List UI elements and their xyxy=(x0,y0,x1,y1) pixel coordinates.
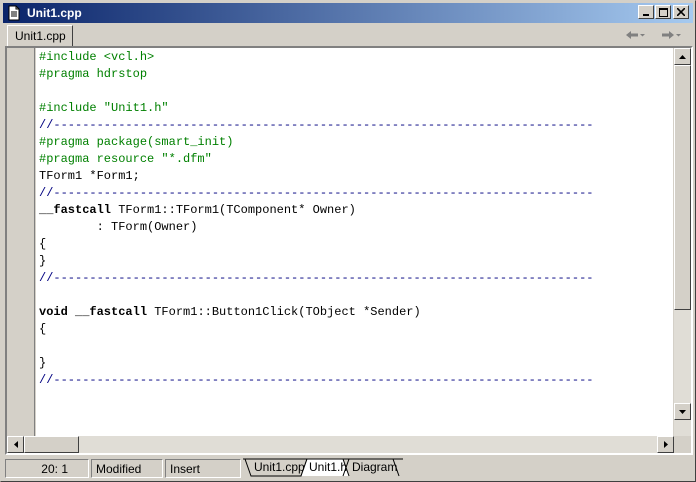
maximize-icon xyxy=(658,7,668,17)
code-line[interactable]: //--------------------------------------… xyxy=(39,372,594,389)
code-line[interactable]: } xyxy=(39,355,46,372)
keyword: void __fastcall xyxy=(39,305,148,319)
scroll-left-button[interactable] xyxy=(7,436,24,453)
arrow-right-icon xyxy=(663,441,668,448)
code-line[interactable]: #pragma package(smart_init) xyxy=(39,134,233,151)
code-line[interactable]: //--------------------------------------… xyxy=(39,185,594,202)
navigation-arrows xyxy=(617,26,689,44)
chevron-down-icon xyxy=(639,34,645,37)
code-line[interactable]: #include "Unit1.h" xyxy=(39,100,169,117)
editor-gutter[interactable] xyxy=(7,48,35,437)
forward-button[interactable] xyxy=(661,30,682,40)
code-line[interactable]: void __fastcall TForm1::Button1Click(TOb… xyxy=(39,304,421,321)
code-line[interactable]: //--------------------------------------… xyxy=(39,270,594,287)
code-line[interactable]: } xyxy=(39,253,46,270)
minimize-button[interactable] xyxy=(638,5,654,19)
scroll-up-button[interactable] xyxy=(674,48,691,65)
insert-mode-indicator: Insert xyxy=(165,459,241,478)
keyword: __fastcall xyxy=(39,203,112,217)
window-title: Unit1.cpp xyxy=(27,6,82,20)
scroll-down-button[interactable] xyxy=(674,403,691,420)
tab-unit1-cpp[interactable]: Unit1.cpp xyxy=(7,25,73,46)
chevron-down-icon xyxy=(675,34,681,37)
code-line[interactable]: { xyxy=(39,321,46,338)
back-button[interactable] xyxy=(625,30,646,40)
document-icon xyxy=(7,5,21,21)
code-line[interactable]: //--------------------------------------… xyxy=(39,117,594,134)
horizontal-scrollbar[interactable] xyxy=(7,436,674,453)
status-bar: 20: 1 Modified Insert Unit1.cpp Unit1.h … xyxy=(3,457,693,479)
code-line[interactable]: TForm1 *Form1; xyxy=(39,168,140,185)
scrollbar-corner xyxy=(674,436,691,453)
close-button[interactable] xyxy=(673,5,689,19)
code-line[interactable]: #pragma hdrstop xyxy=(39,66,147,83)
code-line[interactable]: { xyxy=(39,236,46,253)
code-line[interactable]: : TForm(Owner) xyxy=(39,219,198,236)
code-area[interactable]: #include <vcl.h> #pragma hdrstop #include … xyxy=(36,48,673,437)
vertical-scroll-thumb[interactable] xyxy=(674,65,691,310)
window-controls xyxy=(637,5,689,19)
bottom-tab-unit1-cpp[interactable]: Unit1.cpp xyxy=(252,460,307,476)
file-tab-row: Unit1.cpp xyxy=(3,24,693,46)
arrow-left-icon xyxy=(13,441,18,448)
vertical-scrollbar[interactable] xyxy=(674,48,691,437)
code-line[interactable]: __fastcall TForm1::TForm1(TComponent* Ow… xyxy=(39,202,356,219)
bottom-tab-diagram[interactable]: Diagram xyxy=(350,460,399,476)
modified-indicator: Modified xyxy=(91,459,163,478)
arrow-left-icon xyxy=(625,31,638,39)
arrow-up-icon xyxy=(679,54,686,59)
title-bar[interactable]: Unit1.cpp xyxy=(3,3,693,23)
code-line[interactable]: #include <vcl.h> xyxy=(39,49,154,66)
bottom-tab-unit1-h[interactable]: Unit1.h xyxy=(307,460,349,476)
horizontal-scroll-thumb[interactable] xyxy=(24,436,79,453)
minimize-icon xyxy=(643,14,649,16)
maximize-button[interactable] xyxy=(655,5,671,19)
scroll-right-button[interactable] xyxy=(657,436,674,453)
code-editor: #include <vcl.h> #pragma hdrstop #include … xyxy=(5,46,693,455)
close-icon xyxy=(677,8,685,16)
code-text: TForm1::Button1Click(TObject *Sender) xyxy=(147,305,421,319)
code-line[interactable]: #pragma resource "*.dfm" xyxy=(39,151,212,168)
code-text: TForm1::TForm1(TComponent* Owner) xyxy=(111,203,356,217)
cursor-position: 20: 1 xyxy=(5,459,89,478)
arrow-right-icon xyxy=(661,31,674,39)
editor-window: Unit1.cpp Unit1.cpp #include <vcl.h> #pr… xyxy=(0,0,696,482)
arrow-down-icon xyxy=(679,409,686,414)
